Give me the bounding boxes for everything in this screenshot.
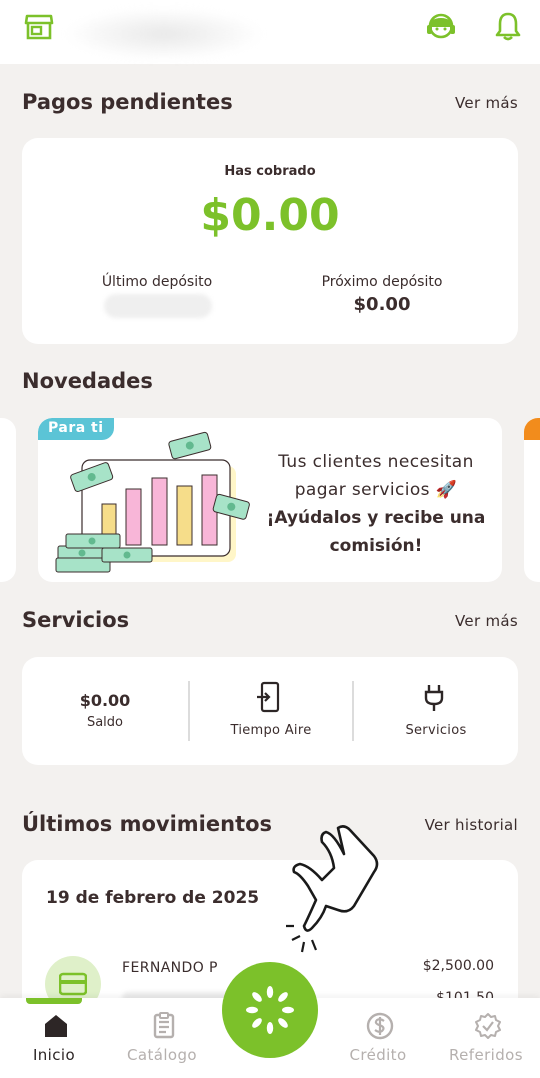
nav-item-inicio[interactable]: Inicio xyxy=(4,998,104,1078)
catalog-icon xyxy=(153,1012,175,1039)
nav-label-credito: Crédito xyxy=(349,1046,407,1064)
collected-amount: $0.00 xyxy=(200,190,340,241)
active-tab-indicator xyxy=(26,998,82,1004)
plug-icon xyxy=(424,685,444,711)
next-deposit-amount: $0.00 xyxy=(353,294,411,315)
credit-card-icon xyxy=(59,972,87,996)
promo-text-line2: ¡Ayúdalos y recibe una comisión! xyxy=(266,508,486,556)
nav-item-catalogo[interactable]: Catálogo xyxy=(112,998,212,1078)
store-icon[interactable] xyxy=(24,12,54,42)
tap-hand-icon xyxy=(286,825,379,953)
saldo-value: $0.00 xyxy=(79,691,131,710)
section-title-pagos: Pagos pendientes xyxy=(22,90,233,114)
phone-topup-icon xyxy=(257,681,280,713)
saldo-label: Saldo xyxy=(86,715,124,730)
collected-label: Has cobrado xyxy=(224,164,316,179)
support-agent-icon[interactable] xyxy=(424,10,458,44)
promo-card-previous[interactable] xyxy=(0,418,16,582)
tiempo-aire-label: Tiempo Aire xyxy=(230,723,312,738)
see-history-link[interactable]: Ver historial xyxy=(425,816,518,834)
promo-card-next[interactable] xyxy=(524,418,540,582)
home-icon xyxy=(45,1015,67,1037)
store-name-blurred xyxy=(64,8,264,60)
movements-date: 19 de febrero de 2025 xyxy=(46,888,260,908)
top-bar xyxy=(0,0,540,64)
servicios-card: $0.00 Saldo Tiempo Aire Servicios xyxy=(22,657,518,765)
nav-item-credito[interactable]: Crédito xyxy=(328,998,428,1078)
nav-label-catalogo: Catálogo xyxy=(127,1046,197,1064)
servicios-label: Servicios xyxy=(405,723,467,738)
movement-name[interactable]: FERNANDO P xyxy=(122,960,218,976)
promo-illustration xyxy=(55,431,250,573)
promo-next-tag xyxy=(524,418,540,440)
servicios-see-more-link[interactable]: Ver más xyxy=(455,612,518,630)
section-title-movimientos: Últimos movimientos xyxy=(22,812,273,836)
section-title-servicios: Servicios xyxy=(22,608,130,632)
center-main-button[interactable] xyxy=(222,962,318,1058)
next-deposit-label: Próximo depósito xyxy=(321,274,443,290)
section-title-novedades: Novedades xyxy=(22,369,153,393)
bell-icon[interactable] xyxy=(492,10,524,42)
promo-card[interactable]: Para ti Tus clientes necesitan pagar ser… xyxy=(38,418,502,582)
pagos-card[interactable]: Has cobrado $0.00 Último depósito Próxim… xyxy=(22,138,518,344)
promo-text-line1: Tus clientes necesitan pagar servicios 🚀 xyxy=(278,452,474,500)
last-deposit-label: Último depósito xyxy=(101,274,213,290)
credit-dollar-icon xyxy=(366,1012,394,1040)
nav-item-referidos[interactable]: Referidos xyxy=(436,998,536,1078)
movement-amount: $2,500.00 xyxy=(422,958,494,974)
verified-badge-icon xyxy=(475,1013,501,1039)
last-deposit-value-blurred xyxy=(104,294,212,318)
pagos-see-more-link[interactable]: Ver más xyxy=(455,94,518,112)
nav-label-inicio: Inicio xyxy=(32,1046,76,1064)
nav-label-referidos: Referidos xyxy=(449,1046,523,1064)
flower-logo-icon xyxy=(246,986,294,1034)
